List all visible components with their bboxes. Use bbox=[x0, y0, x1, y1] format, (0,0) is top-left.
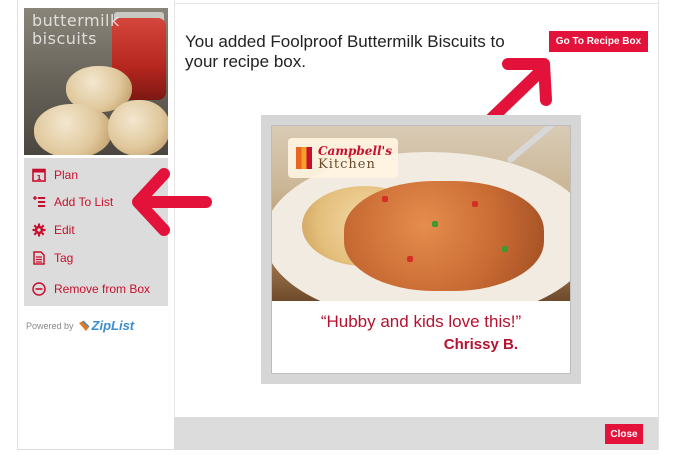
menu-label: Plan bbox=[54, 168, 79, 182]
ad-garnish bbox=[432, 221, 438, 227]
ad-content[interactable]: Campbell's Kitchen “Hubby and kids love … bbox=[271, 125, 571, 374]
menu-item-plan[interactable]: 1 Plan bbox=[32, 164, 78, 186]
menu-label: Tag bbox=[54, 251, 74, 265]
biscuit-image bbox=[108, 100, 168, 155]
menu-item-remove-from-box[interactable]: Remove from Box bbox=[32, 278, 150, 300]
ad-fork bbox=[506, 126, 564, 164]
close-button[interactable]: Close bbox=[605, 424, 643, 444]
menu-item-edit[interactable]: Edit bbox=[32, 219, 75, 241]
ad-food-photo: Campbell's Kitchen bbox=[272, 126, 570, 301]
frame-bottom-line bbox=[17, 449, 659, 450]
tag-document-icon bbox=[32, 251, 46, 265]
ad-brand: Campbell's bbox=[318, 143, 392, 158]
ad-garnish bbox=[382, 196, 388, 202]
ziplist-logo-icon bbox=[78, 319, 90, 331]
minus-circle-icon bbox=[32, 282, 46, 296]
menu-item-add-to-list[interactable]: Add To List bbox=[32, 191, 113, 213]
modal-footer bbox=[174, 417, 658, 449]
menu-label: Remove from Box bbox=[54, 282, 151, 296]
ad-author: Chrissy B. bbox=[443, 336, 518, 353]
ad-garnish bbox=[472, 201, 478, 207]
ad-garnish bbox=[502, 246, 508, 252]
ad-chicken bbox=[344, 181, 544, 291]
svg-text:1: 1 bbox=[37, 174, 42, 182]
gear-icon bbox=[32, 223, 46, 237]
biscuit-image bbox=[34, 104, 112, 155]
powered-by-ziplist[interactable]: Powered by ZipList bbox=[26, 318, 134, 333]
ad-garnish bbox=[407, 256, 413, 262]
campbells-kitchen-logo: Campbell's Kitchen bbox=[288, 138, 398, 178]
calendar-icon: 1 bbox=[32, 168, 46, 182]
go-to-recipe-box-button[interactable]: Go To Recipe Box bbox=[549, 31, 648, 52]
menu-label: Add To List bbox=[54, 195, 114, 209]
ad-brand-sub: Kitchen bbox=[318, 156, 376, 172]
menu-item-tag[interactable]: Tag bbox=[32, 247, 73, 269]
annotation-arrow-left bbox=[132, 168, 212, 236]
frame-right-border bbox=[658, 0, 659, 450]
add-list-icon bbox=[32, 195, 46, 209]
confirmation-message: You added Foolproof Buttermilk Biscuits … bbox=[185, 32, 505, 71]
advertisement[interactable]: Campbell's Kitchen “Hubby and kids love … bbox=[261, 115, 581, 384]
thumbnail-overlay-text: buttermilk biscuits bbox=[32, 11, 120, 48]
menu-label: Edit bbox=[54, 223, 75, 237]
frame-top-line bbox=[118, 3, 658, 4]
ziplist-logo-text: ZipList bbox=[91, 318, 135, 333]
campbells-mark-icon bbox=[296, 147, 312, 169]
powered-by-label: Powered by bbox=[26, 320, 74, 331]
ad-quote: “Hubby and kids love this!” bbox=[320, 312, 522, 331]
recipe-thumbnail: buttermilk biscuits bbox=[24, 8, 168, 155]
